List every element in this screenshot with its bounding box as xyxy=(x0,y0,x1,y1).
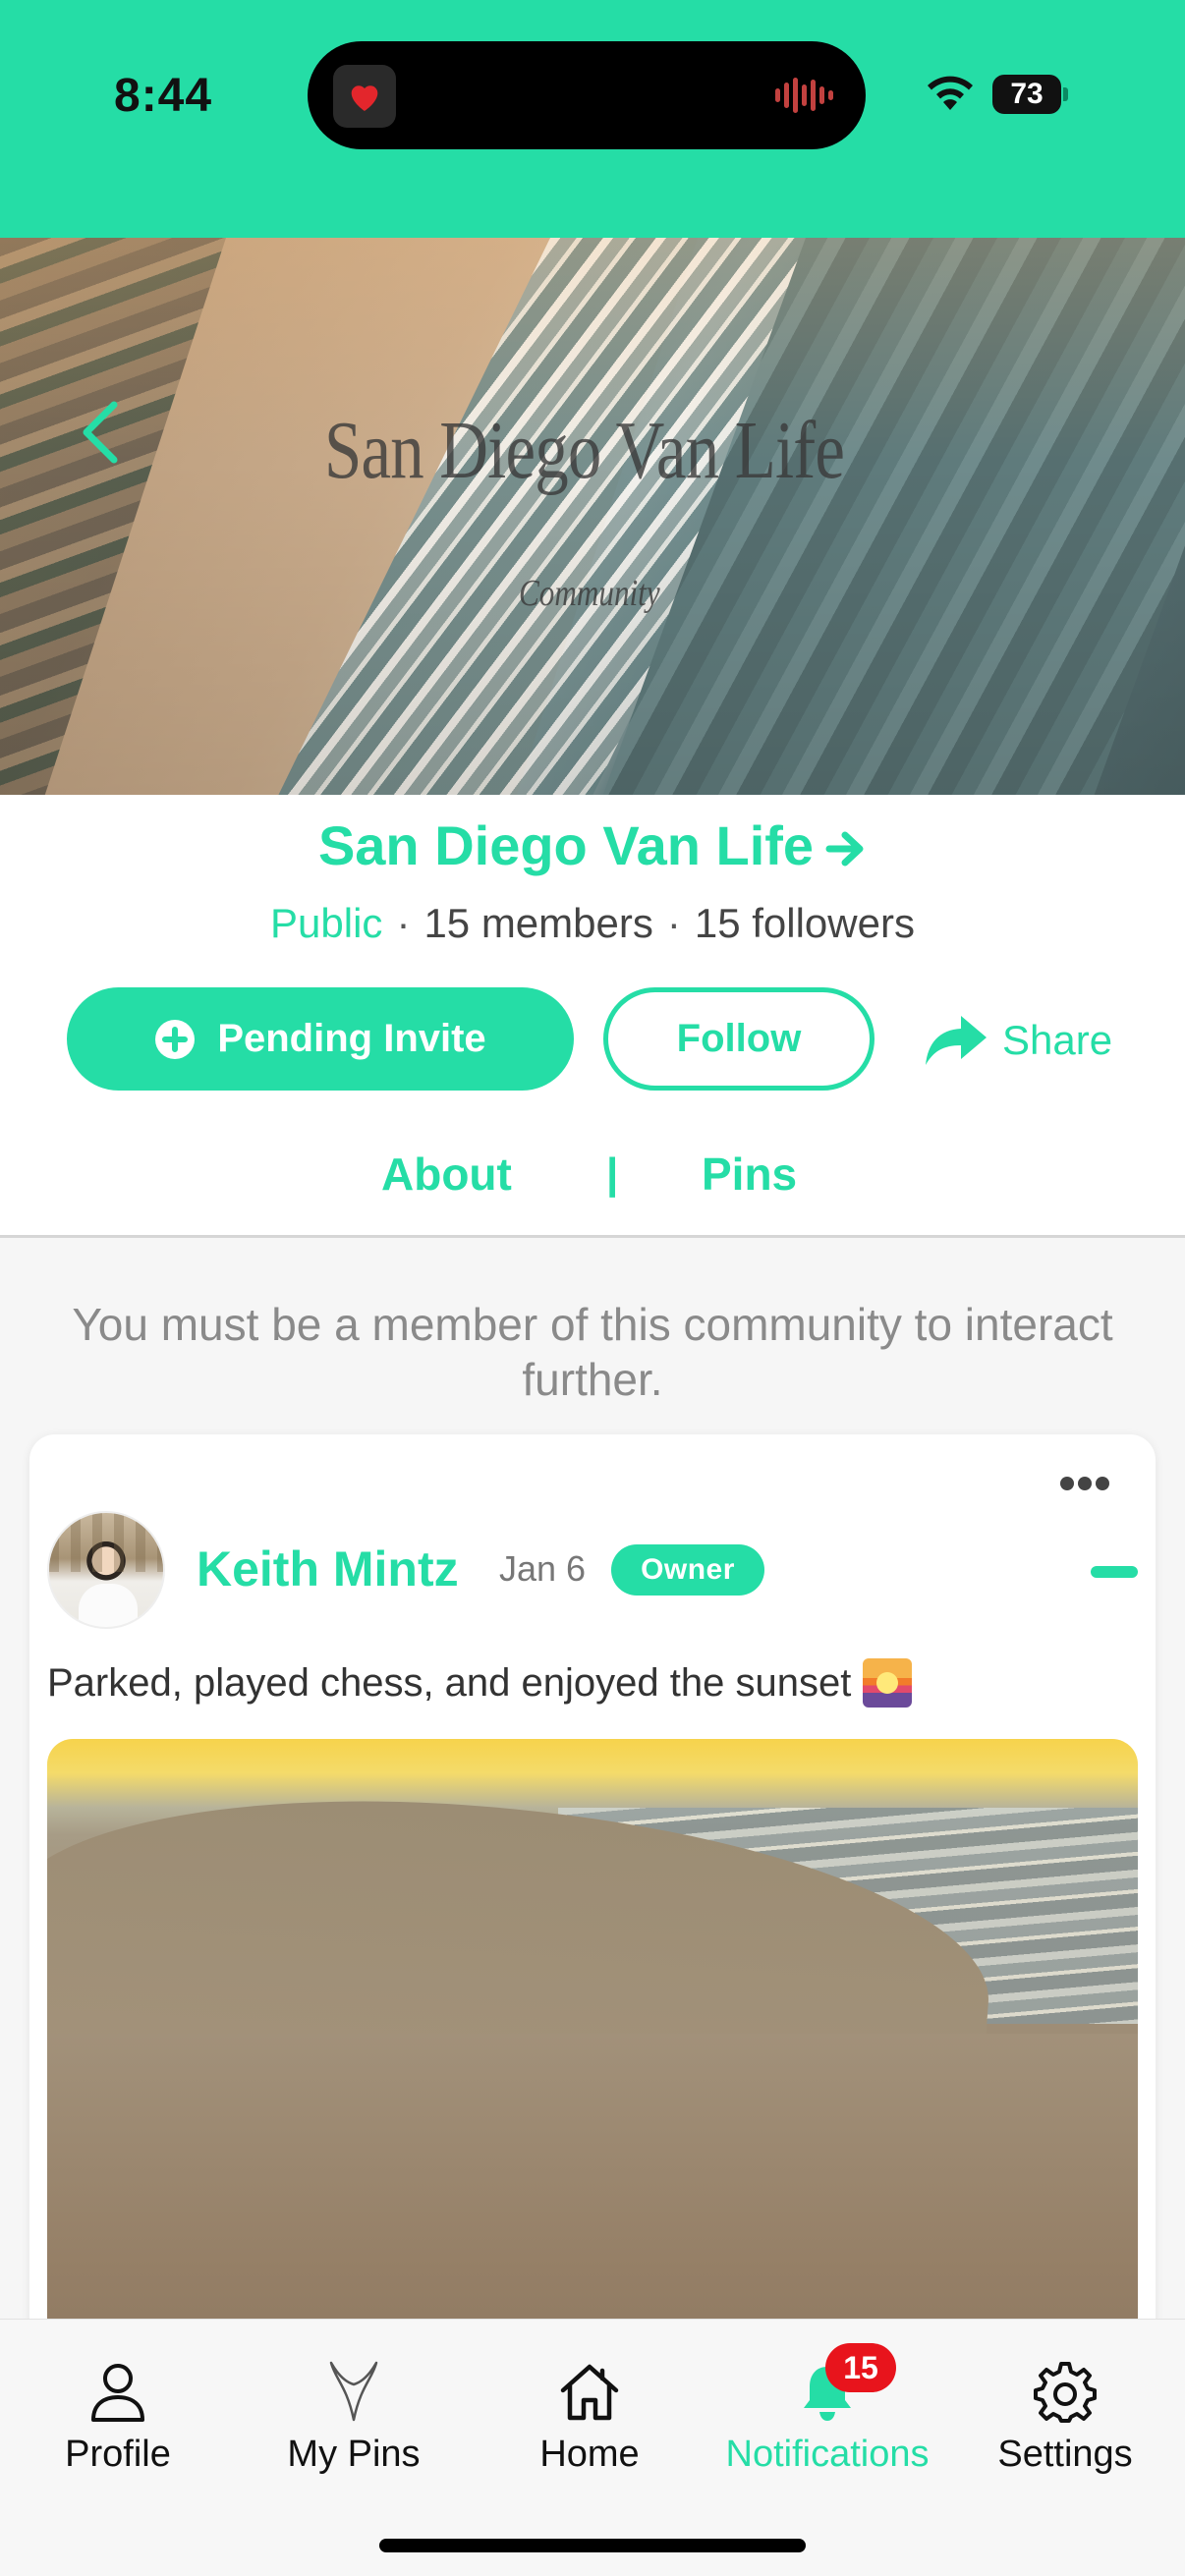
arrow-right-icon[interactable] xyxy=(825,829,867,868)
post-author[interactable]: Keith Mintz xyxy=(197,1540,459,1597)
follow-button[interactable]: Follow xyxy=(603,987,875,1091)
pending-invite-button[interactable]: Pending Invite xyxy=(67,987,574,1091)
post-date: Jan 6 xyxy=(499,1548,587,1589)
tab-profile-label: Profile xyxy=(65,2434,171,2475)
tab-home[interactable]: Home xyxy=(472,2359,707,2476)
post-card[interactable]: Keith Mintz Jan 6 Owner Parked, played c… xyxy=(29,1434,1156,2417)
tab-profile[interactable]: Profile xyxy=(0,2359,236,2476)
owner-badge: Owner xyxy=(611,1544,764,1596)
plus-circle-icon xyxy=(155,1019,196,1059)
heart-icon xyxy=(351,85,378,111)
person-icon xyxy=(91,2364,144,2422)
battery-percentage: 73 xyxy=(1010,78,1044,110)
banner-subtitle: Community xyxy=(519,573,660,614)
back-chevron-icon[interactable] xyxy=(77,399,124,466)
post-text-content: Parked, played chess, and enjoyed the su… xyxy=(47,1660,852,1705)
banner-title: San Diego Van Life xyxy=(324,405,845,496)
audio-waveform-icon xyxy=(775,78,833,113)
dynamic-island xyxy=(308,41,866,149)
members-count[interactable]: 15 members xyxy=(423,900,652,946)
share-button[interactable]: Share xyxy=(924,1006,1112,1075)
tab-settings[interactable]: Settings xyxy=(947,2359,1183,2476)
home-indicator[interactable] xyxy=(379,2539,806,2552)
community-name[interactable]: San Diego Van Life xyxy=(318,814,814,876)
community-stats: Public · 15 members · 15 followers xyxy=(270,900,915,946)
tab-home-label: Home xyxy=(539,2434,640,2475)
tab-my-pins-label: My Pins xyxy=(287,2434,421,2475)
tab-about[interactable]: About xyxy=(381,1148,512,1201)
wifi-icon xyxy=(928,76,973,110)
avatar[interactable] xyxy=(47,1511,165,1629)
more-options-icon[interactable] xyxy=(1059,1476,1110,1491)
pin-icon xyxy=(329,2361,378,2422)
followers-count[interactable]: 15 followers xyxy=(695,900,915,946)
home-icon xyxy=(560,2364,619,2421)
membership-notice: You must be a member of this community t… xyxy=(72,1299,1113,1405)
share-label: Share xyxy=(1002,1017,1113,1063)
visibility-label: Public xyxy=(270,900,383,946)
notification-count-badge: 15 xyxy=(825,2343,896,2392)
community-banner-image: San Diego Van Life Community xyxy=(0,238,1185,795)
post-text: Parked, played chess, and enjoyed the su… xyxy=(47,1658,913,1708)
follow-label: Follow xyxy=(676,1017,802,1060)
status-bar: 8:44 73 xyxy=(0,0,1185,238)
status-time: 8:44 xyxy=(114,70,213,122)
post-photo[interactable] xyxy=(47,1739,1138,2417)
tab-separator: | xyxy=(606,1149,619,1198)
pending-invite-label: Pending Invite xyxy=(217,1017,486,1060)
collapse-minus-icon[interactable] xyxy=(1091,1566,1138,1578)
live-activity-app-icon xyxy=(333,65,396,128)
bottom-tab-bar: Profile My Pins Home Notifications Setti… xyxy=(0,2319,1185,2576)
battery-indicator: 73 xyxy=(992,75,1068,114)
tab-pins[interactable]: Pins xyxy=(702,1148,797,1201)
community-title[interactable]: San Diego Van Life xyxy=(0,813,1185,877)
share-arrow-icon xyxy=(926,1016,987,1065)
gear-icon xyxy=(1034,2362,1097,2423)
tab-notifications-label: Notifications xyxy=(725,2434,930,2475)
tab-my-pins[interactable]: My Pins xyxy=(236,2359,472,2476)
sunset-emoji-icon xyxy=(863,1658,913,1708)
tab-settings-label: Settings xyxy=(997,2434,1133,2475)
